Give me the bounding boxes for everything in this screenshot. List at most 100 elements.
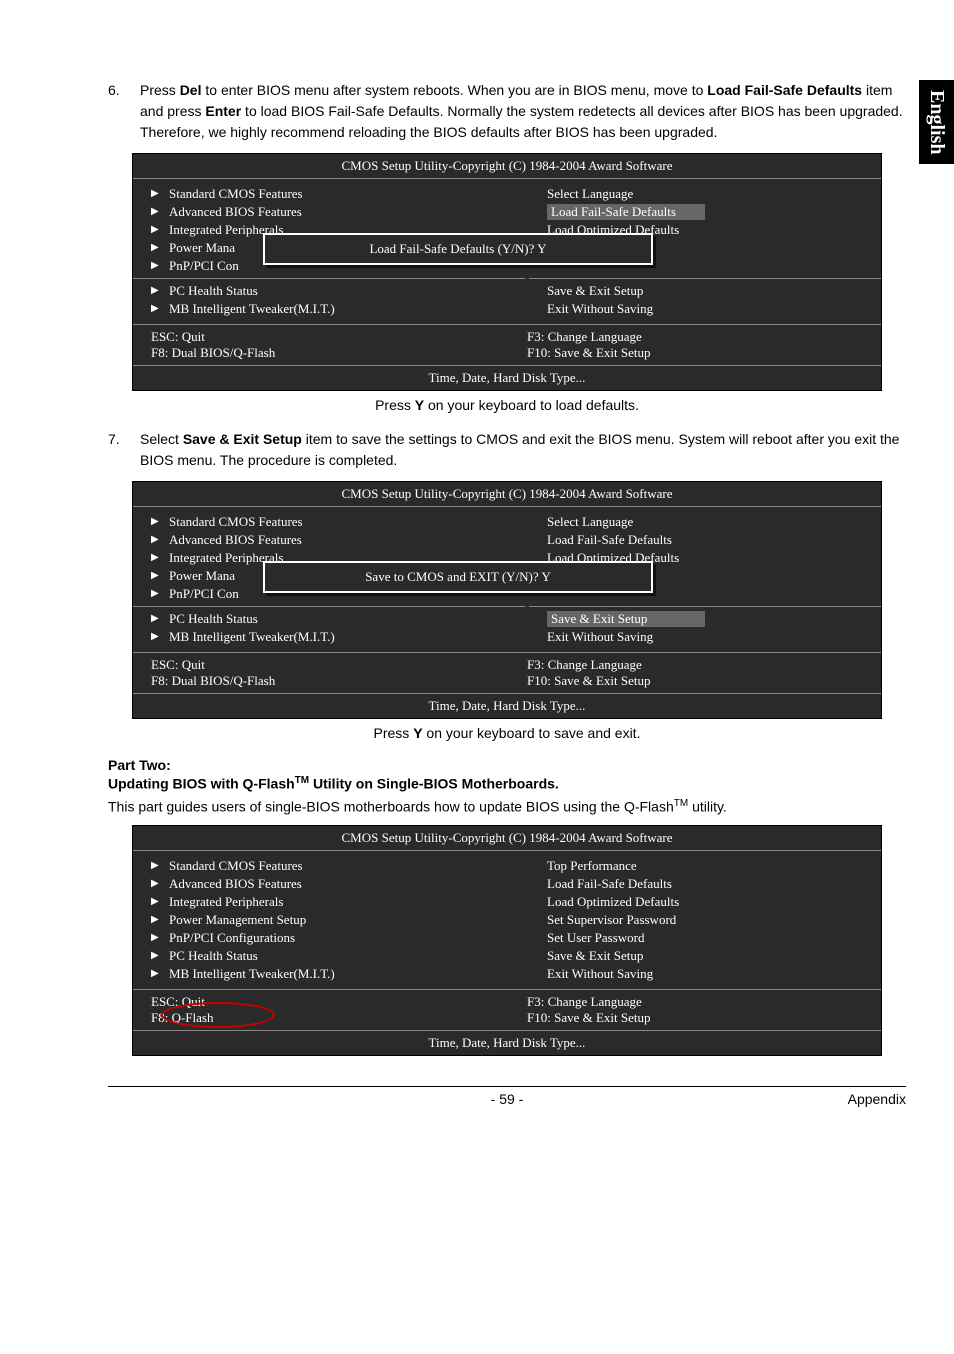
step-text: Press Del to enter BIOS menu after syste… [140,80,906,143]
triangle-icon: ▶ [151,261,159,271]
label: MB Intelligent Tweaker(M.I.T.) [169,629,335,645]
triangle-icon: ▶ [151,951,159,961]
text: This part guides users of single-BIOS mo… [108,798,674,814]
triangle-icon: ▶ [151,535,159,545]
label: MB Intelligent Tweaker(M.I.T.) [169,301,335,317]
footer-hint: ESC: Quit [151,329,487,345]
label: Advanced BIOS Features [169,204,302,220]
step-7: 7. Select Save & Exit Setup item to save… [108,429,906,471]
bios-menu-item: Load Optimized Defaults [547,893,863,911]
bios-menu-item: ▶Standard CMOS Features [151,513,507,531]
bios-footer: ESC: Quit F8: Dual BIOS/Q-Flash F3: Chan… [133,652,881,693]
caption: Press Y on your keyboard to load default… [132,397,882,413]
label: Standard CMOS Features [169,514,303,530]
bios-title: CMOS Setup Utility-Copyright (C) 1984-20… [133,826,881,851]
part-two-heading: Part Two: [108,757,906,773]
bios-menu-item: ▶PnP/PCI Configurations [151,929,507,947]
bios-menu-item: Select Language [547,513,863,531]
bios-menu-item: ▶Standard CMOS Features [151,185,507,203]
bios-title: CMOS Setup Utility-Copyright (C) 1984-20… [133,482,881,507]
footer-hint: F8: Q-Flash [151,1010,487,1026]
label: Exit Without Saving [547,966,653,982]
triangle-icon: ▶ [151,861,159,871]
label: Integrated Peripherals [169,894,283,910]
footer-hint: F10: Save & Exit Setup [527,673,863,689]
bios-screenshot-3: CMOS Setup Utility-Copyright (C) 1984-20… [132,825,882,1056]
label: PC Health Status [169,611,258,627]
label: Select Language [547,514,633,530]
part-two-subheading: Updating BIOS with Q-FlashTM Utility on … [108,775,906,792]
divider [529,278,881,279]
text: on your keyboard to load defaults. [424,397,639,413]
triangle-icon: ▶ [151,632,159,642]
bios-menu-item: ▶ MB Intelligent Tweaker(M.I.T.) [151,628,507,646]
bios-screenshot-1: CMOS Setup Utility-Copyright (C) 1984-20… [132,153,882,391]
footer-hint: F3: Change Language [527,994,863,1010]
del-key: Del [180,82,202,98]
text: Press [374,725,414,741]
bios-help-bar: Time, Date, Hard Disk Type... [133,693,881,718]
label: Exit Without Saving [547,301,653,317]
triangle-icon: ▶ [151,933,159,943]
label: Select Language [547,186,633,202]
text: to enter BIOS menu after system reboots.… [201,82,707,98]
triangle-icon: ▶ [151,225,159,235]
label: Load Fail-Safe Defaults [547,876,672,892]
triangle-icon: ▶ [151,207,159,217]
bios-menu-item: ▶MB Intelligent Tweaker(M.I.T.) [151,965,507,983]
triangle-icon: ▶ [151,189,159,199]
label: PnP/PCI Con [169,586,239,602]
bios-menu-item: Exit Without Saving [547,628,863,646]
label: Load Fail-Safe Defaults [547,532,672,548]
text: on your keyboard to save and exit. [423,725,641,741]
footer-hint: F3: Change Language [527,329,863,345]
label: Load Optimized Defaults [547,894,679,910]
bios-menu-item: Set User Password [547,929,863,947]
triangle-icon: ▶ [151,286,159,296]
bios-menu-item: ▶MB Intelligent Tweaker(M.I.T.) [151,300,507,318]
label: Save & Exit Setup [547,611,705,627]
caption: Press Y on your keyboard to save and exi… [132,725,882,741]
bios-footer: ESC: Quit F8: Dual BIOS/Q-Flash F3: Chan… [133,324,881,365]
enter-key: Enter [205,103,241,119]
text: Press [140,82,180,98]
bios-menu-item: ▶ Advanced BIOS Features [151,203,507,221]
bios-menu-item: ▶Power Management Setup [151,911,507,929]
lfs-label: Load Fail-Safe Defaults [707,82,862,98]
label: Set User Password [547,930,645,946]
bios-menu-item: Set Supervisor Password [547,911,863,929]
footer-hint: F3: Change Language [527,657,863,673]
bios-footer: ESC: Quit F8: Q-Flash F3: Change Languag… [133,989,881,1030]
text: Select [140,431,183,447]
label: Power Management Setup [169,912,306,928]
divider [529,606,881,607]
bios-menu-item: Exit Without Saving [547,965,863,983]
triangle-icon: ▶ [151,589,159,599]
bios-menu-item: Load Fail-Safe Defaults [547,875,863,893]
confirm-dialog: Save to CMOS and EXIT (Y/N)? Y [263,561,653,593]
label: Power Mana [169,240,235,256]
footer-hint: F10: Save & Exit Setup [527,1010,863,1026]
text: Utility on Single-BIOS Motherboards. [309,776,559,792]
language-tab: English [919,80,954,164]
bios-menu-item: ▶Integrated Peripherals [151,893,507,911]
label: Exit Without Saving [547,629,653,645]
bios-menu-item: ▶Advanced BIOS Features [151,531,507,549]
step-number: 6. [108,80,140,143]
bios-title: CMOS Setup Utility-Copyright (C) 1984-20… [133,154,881,179]
label: Load Fail-Safe Defaults [547,204,705,220]
triangle-icon: ▶ [151,571,159,581]
text: Updating BIOS with Q-Flash [108,776,295,792]
bios-menu-item: Select Language [547,185,863,203]
divider [133,606,525,607]
bios-menu-item: Save & Exit Setup [547,282,863,300]
tm-mark: TM [295,775,309,786]
y-key: Y [415,397,424,413]
triangle-icon: ▶ [151,243,159,253]
step-number: 7. [108,429,140,471]
page-footer: - 59 - Appendix [108,1086,906,1107]
bios-menu-item: Top Performance [547,857,863,875]
triangle-icon: ▶ [151,969,159,979]
confirm-dialog: Load Fail-Safe Defaults (Y/N)? Y [263,233,653,265]
bios-help-bar: Time, Date, Hard Disk Type... [133,1030,881,1055]
